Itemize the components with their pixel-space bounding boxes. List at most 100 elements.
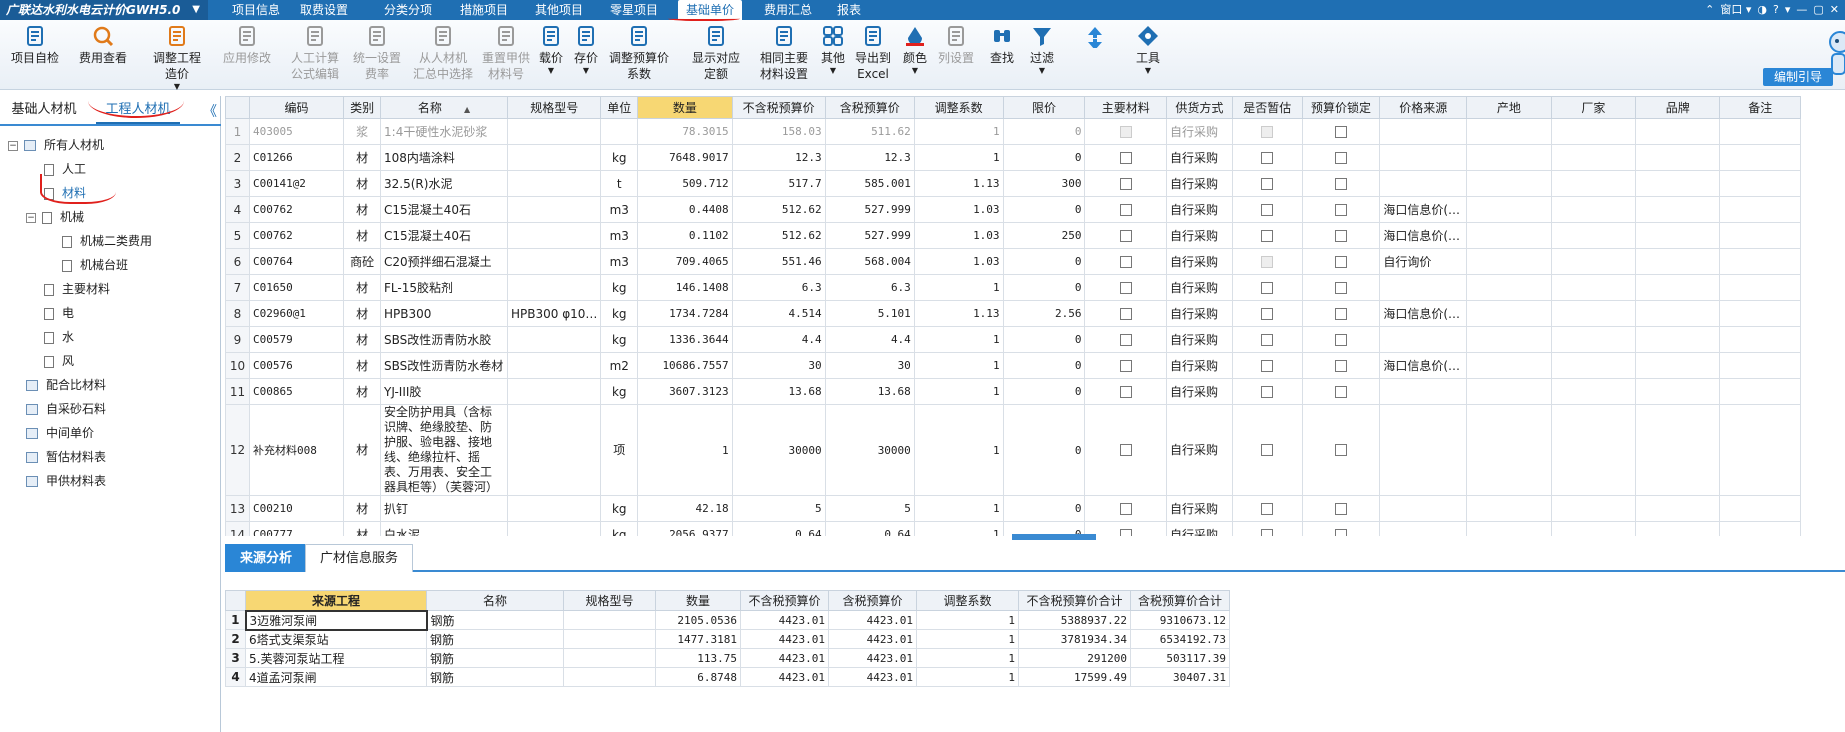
table-cell[interactable]: C00576 xyxy=(248,352,345,379)
checkbox[interactable] xyxy=(1119,256,1132,268)
table-cell[interactable]: C00210 xyxy=(248,495,345,522)
table-cell[interactable]: 海口信息价(… xyxy=(1379,222,1468,249)
table-cell[interactable]: 材 xyxy=(343,222,382,249)
table-cell[interactable]: HPB300 xyxy=(380,300,508,327)
table-cell[interactable] xyxy=(506,196,602,223)
table-cell[interactable] xyxy=(1719,300,1801,327)
table-cell[interactable]: 1 xyxy=(913,274,1004,301)
toolbar-button-20[interactable]: 工具 ▼ xyxy=(1128,24,1168,86)
table-cell[interactable] xyxy=(1084,222,1168,249)
table-cell[interactable]: 0 xyxy=(1002,378,1086,405)
table-cell[interactable]: 0.1102 xyxy=(637,222,733,249)
table-cell[interactable]: 9 xyxy=(225,326,250,353)
checkbox[interactable] xyxy=(1261,282,1274,294)
table-cell[interactable]: C02960@1 xyxy=(248,300,345,327)
column-header[interactable]: 价格来源 xyxy=(1379,96,1468,119)
expand-toggle-icon[interactable]: − xyxy=(26,212,36,223)
column-header[interactable]: 单位 xyxy=(600,96,639,119)
column-header[interactable]: 调整系数 xyxy=(913,96,1004,119)
table-cell[interactable]: 3 xyxy=(225,648,246,668)
table-row[interactable]: 1 403005 浆 1:4干硬性水泥砂浆 78.3015 158.03 511.62 1 0 自… xyxy=(225,118,1801,145)
table-cell[interactable]: C15混凝土40石 xyxy=(380,196,508,223)
column-header[interactable]: 含税预算价合计 xyxy=(1130,590,1230,611)
table-cell[interactable]: 4.4 xyxy=(731,326,826,353)
checkbox[interactable] xyxy=(1334,230,1347,242)
table-cell[interactable]: 0.64 xyxy=(731,521,826,536)
column-header[interactable]: 限价 xyxy=(1002,96,1086,119)
table-cell[interactable]: 509.712 xyxy=(637,170,733,197)
table-row[interactable]: 4 4道孟河泵闸 钢筋 6.8748 4423.01 4423.01 1 17599.49 30… xyxy=(225,667,1230,687)
table-cell[interactable] xyxy=(1084,378,1168,405)
table-cell[interactable]: 1734.7284 xyxy=(637,300,733,327)
toolbar-button-5[interactable]: 统一设置 费率 xyxy=(348,24,406,86)
tab-project-materials[interactable]: 工程人材机 xyxy=(96,96,180,124)
column-header[interactable]: 不含税预算价 xyxy=(731,96,826,119)
table-cell[interactable] xyxy=(1635,118,1721,145)
table-cell[interactable]: 108内墙涂料 xyxy=(380,144,508,171)
table-cell[interactable]: 自行采购 xyxy=(1166,118,1233,145)
column-header[interactable]: 产地 xyxy=(1466,96,1552,119)
table-cell[interactable]: 2.56 xyxy=(1002,300,1086,327)
table-cell[interactable]: 6.3 xyxy=(824,274,915,301)
tab-material-info-service[interactable]: 广材信息服务 xyxy=(305,544,414,572)
column-header[interactable]: 含税预算价 xyxy=(828,590,917,611)
table-cell[interactable] xyxy=(1379,144,1468,171)
table-cell[interactable]: 11 xyxy=(225,378,250,405)
menu-item-2[interactable]: 分类分项 xyxy=(376,0,440,20)
column-header[interactable]: 不含税预算价 xyxy=(740,590,829,611)
table-cell[interactable] xyxy=(506,118,602,145)
table-cell[interactable] xyxy=(1084,144,1168,171)
table-row[interactable]: 5 C00762 材 C15混凝土40石 m3 0.1102 512.62 527.999 1.… xyxy=(225,222,1801,249)
table-cell[interactable]: 1.13 xyxy=(913,170,1004,197)
table-cell[interactable]: 1 xyxy=(913,495,1004,522)
table-cell[interactable]: 0 xyxy=(1002,144,1086,171)
table-cell[interactable] xyxy=(563,667,656,687)
checkbox[interactable] xyxy=(1261,529,1274,536)
toolbar-button-12[interactable]: 相同主要 材料设置 xyxy=(756,24,812,86)
toolbar-button-13[interactable]: 其他 ▼ xyxy=(817,24,849,86)
table-cell[interactable]: 527.999 xyxy=(824,222,915,249)
table-cell[interactable]: 1 xyxy=(913,378,1004,405)
table-cell[interactable]: 补充材料008 xyxy=(248,404,345,496)
table-cell[interactable] xyxy=(506,404,602,496)
table-cell[interactable] xyxy=(1231,118,1303,145)
table-cell[interactable] xyxy=(1301,404,1381,496)
table-cell[interactable] xyxy=(1084,170,1168,197)
table-row[interactable]: 10 C00576 材 SBS改性沥青防水卷材 m2 10686.7557 30 30 1 0 自行… xyxy=(225,352,1801,379)
table-cell[interactable]: 1.03 xyxy=(913,196,1004,223)
table-cell[interactable]: 安全防护用具（含标识牌、绝缘胶垫、防护服、验电器、接地线、绝缘拉杆、摇表、万用表… xyxy=(380,404,508,496)
table-cell[interactable]: 材 xyxy=(343,300,382,327)
table-cell[interactable]: 1 xyxy=(637,404,733,496)
table-cell[interactable] xyxy=(506,378,602,405)
table-cell[interactable]: 材 xyxy=(343,326,382,353)
checkbox[interactable] xyxy=(1261,178,1274,190)
checkbox[interactable] xyxy=(1261,126,1274,138)
toolbar-button-19[interactable] xyxy=(1078,24,1112,86)
checkbox[interactable] xyxy=(1334,126,1347,138)
table-cell[interactable] xyxy=(1719,352,1801,379)
table-cell[interactable] xyxy=(1301,274,1381,301)
table-cell[interactable] xyxy=(506,495,602,522)
table-cell[interactable]: 海口信息价(… xyxy=(1379,196,1468,223)
table-cell[interactable]: 0.64 xyxy=(824,521,915,536)
table-cell[interactable] xyxy=(1301,196,1381,223)
table-cell[interactable]: 4.4 xyxy=(824,326,915,353)
table-cell[interactable]: 2 xyxy=(225,144,250,171)
tree-item[interactable]: 配合比材料 xyxy=(26,374,106,396)
checkbox[interactable] xyxy=(1119,529,1132,536)
checkbox[interactable] xyxy=(1119,360,1132,372)
column-header[interactable]: 主要材料 xyxy=(1084,96,1168,119)
table-cell[interactable]: 10 xyxy=(225,352,250,379)
toolbar-button-4[interactable]: 人工计算 公式编辑 xyxy=(286,24,344,86)
collapse-sidebar-icon[interactable]: 《 xyxy=(203,101,217,121)
table-cell[interactable] xyxy=(1635,222,1721,249)
table-cell[interactable] xyxy=(1466,222,1552,249)
table-cell[interactable]: 6.3 xyxy=(731,274,826,301)
checkbox[interactable] xyxy=(1261,256,1274,268)
table-cell[interactable]: 1 xyxy=(913,352,1004,379)
checkbox[interactable] xyxy=(1119,230,1132,242)
table-cell[interactable]: 自行采购 xyxy=(1166,404,1233,496)
table-cell[interactable]: 568.004 xyxy=(824,248,915,275)
column-header[interactable]: 是否暂估 xyxy=(1231,96,1303,119)
table-cell[interactable] xyxy=(1719,144,1801,171)
